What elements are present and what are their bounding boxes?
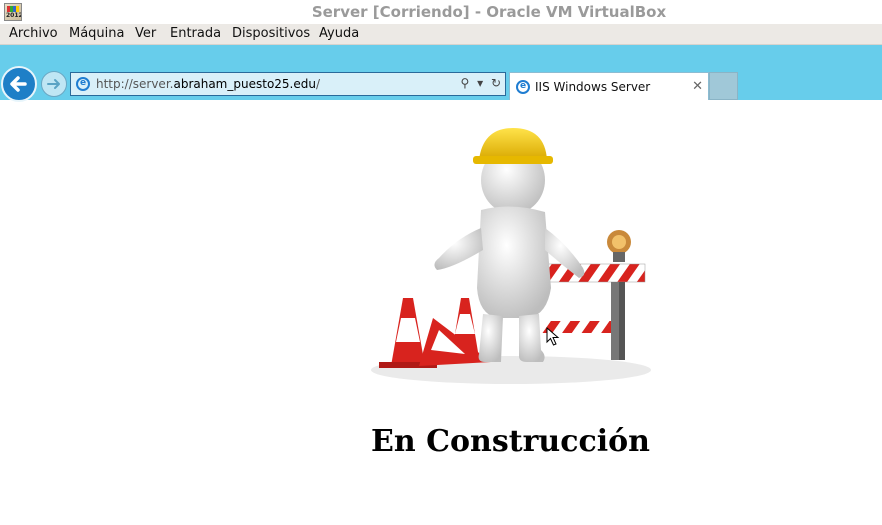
- mouse-cursor-icon: [546, 327, 560, 346]
- refresh-icon[interactable]: ↻: [491, 76, 501, 90]
- menu-bar: Archivo Máquina Ver Entrada Dispositivos…: [0, 24, 882, 45]
- window-titlebar: 2012 Server [Corriendo] - Oracle VM Virt…: [0, 0, 882, 24]
- new-tab-button[interactable]: [709, 72, 738, 100]
- tab-label: IIS Windows Server: [535, 80, 651, 94]
- window-title: Server [Corriendo] - Oracle VM VirtualBo…: [311, 3, 667, 21]
- menu-ver[interactable]: Ver: [135, 26, 156, 41]
- address-bar[interactable]: e http://server.abraham_puesto25.edu/ ⚲ …: [70, 72, 506, 96]
- forward-button[interactable]: [41, 71, 67, 97]
- search-icon[interactable]: ⚲: [460, 76, 469, 90]
- menu-archivo[interactable]: Archivo: [9, 26, 58, 41]
- page-heading: En Construcción: [371, 424, 650, 459]
- address-url[interactable]: http://server.abraham_puesto25.edu/: [96, 77, 320, 91]
- back-arrow-icon: [10, 76, 27, 92]
- tab-iis-windows-server[interactable]: e IIS Windows Server ✕: [509, 72, 709, 100]
- back-button[interactable]: [1, 66, 37, 102]
- menu-maquina[interactable]: Máquina: [69, 26, 125, 41]
- under-construction-image: [361, 118, 661, 400]
- browser-toolbar: e http://server.abraham_puesto25.edu/ ⚲ …: [0, 45, 882, 102]
- menu-entrada[interactable]: Entrada: [170, 26, 221, 41]
- ie-tab-icon: e: [516, 80, 530, 94]
- ie-page-icon: e: [76, 77, 90, 91]
- menu-dispositivos[interactable]: Dispositivos: [232, 26, 310, 41]
- close-tab-icon[interactable]: ✕: [692, 79, 703, 94]
- forward-arrow-icon: [47, 79, 60, 89]
- menu-ayuda[interactable]: Ayuda: [319, 26, 359, 41]
- dropdown-icon[interactable]: ▾: [477, 76, 483, 90]
